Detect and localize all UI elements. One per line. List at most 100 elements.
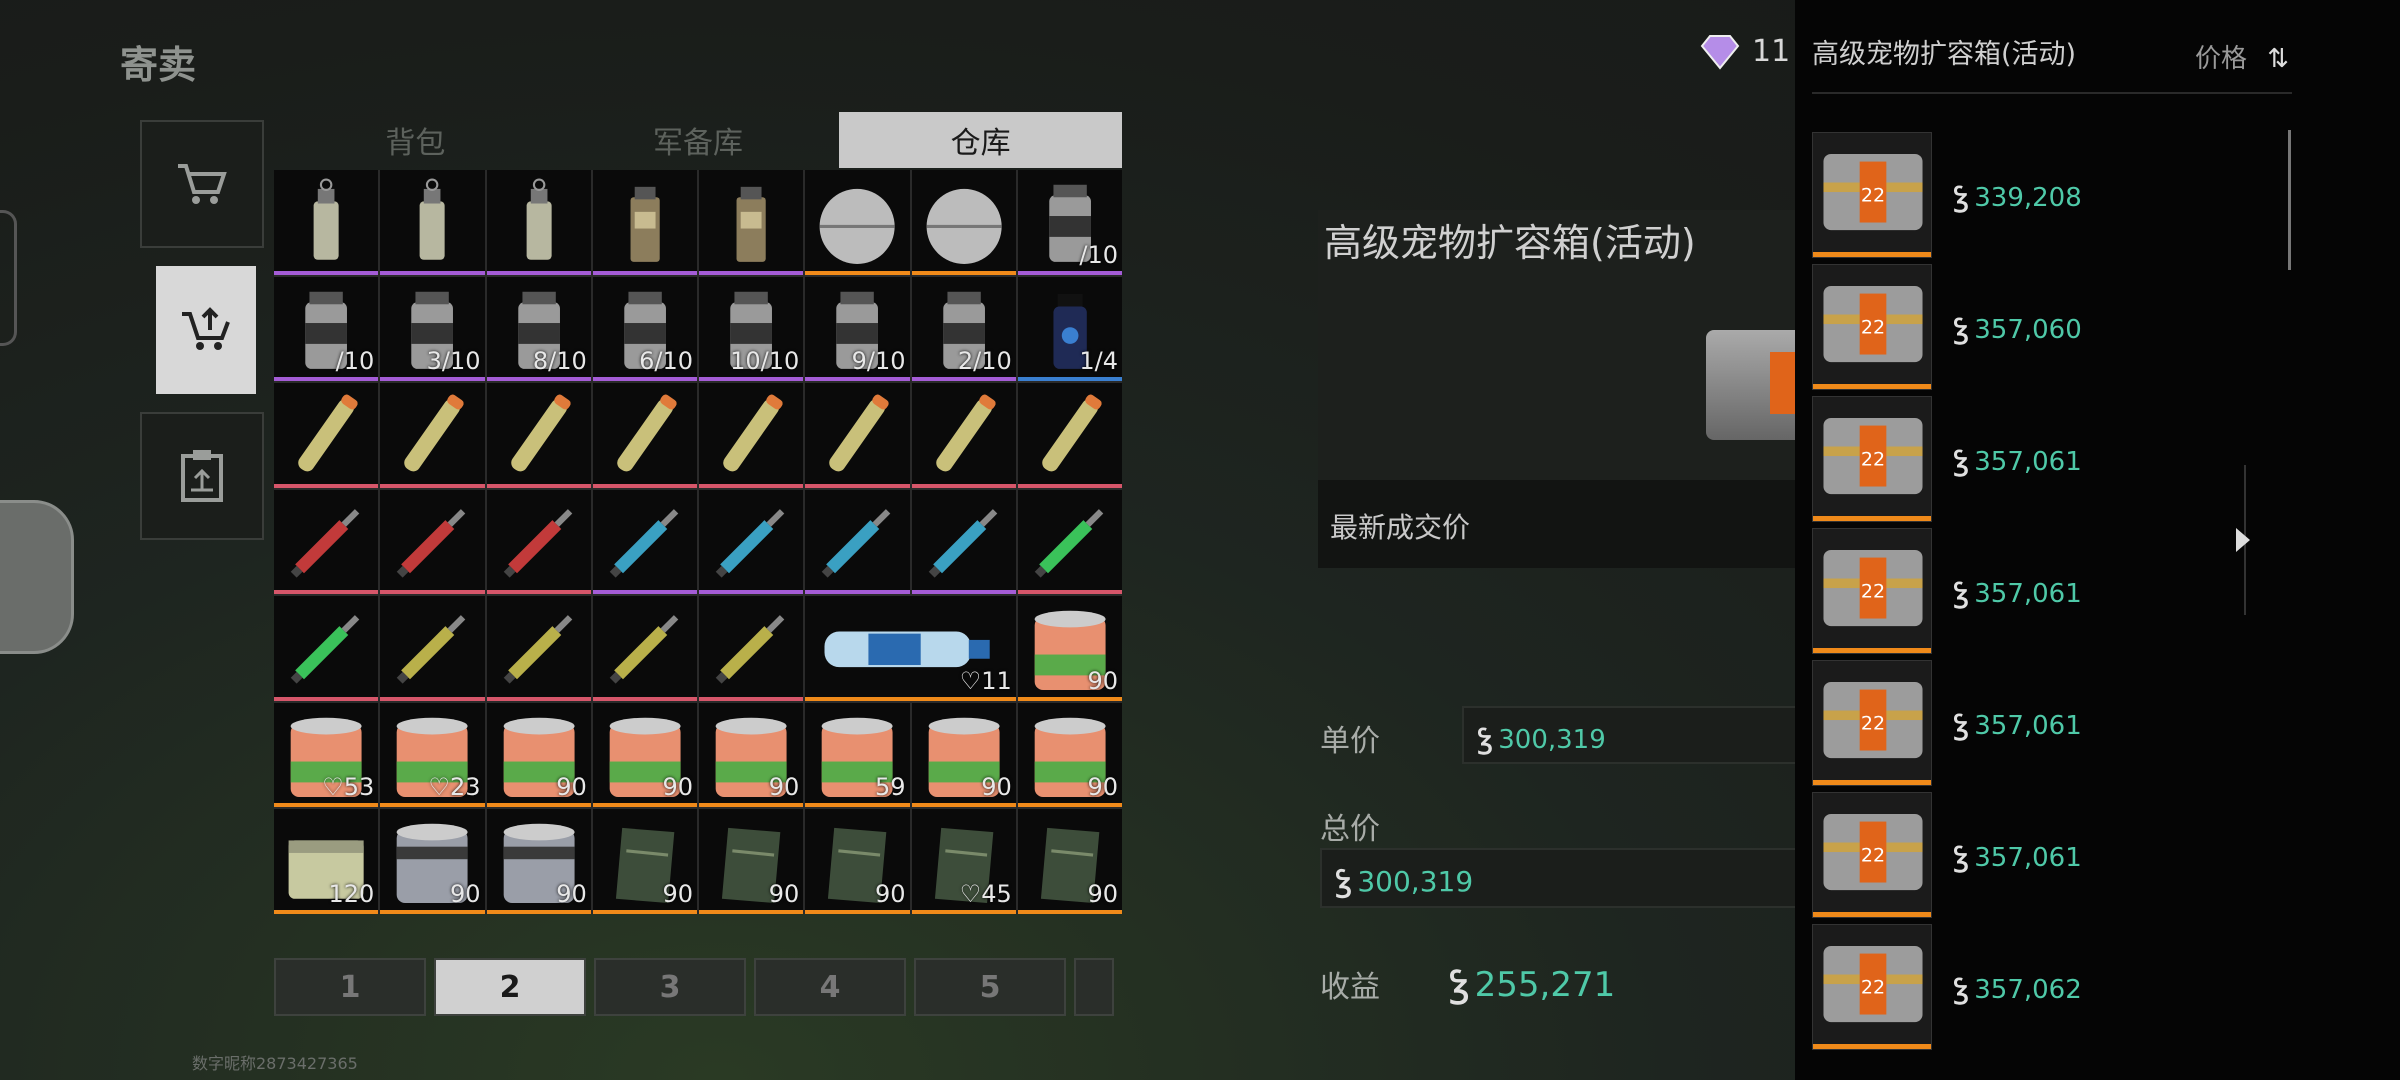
inventory-slot[interactable]: 8/10 bbox=[486, 276, 591, 382]
inventory-slot[interactable] bbox=[486, 596, 591, 701]
price-listing-row[interactable]: 22 Ꝣ 357,062 bbox=[1812, 924, 2262, 1050]
page-button-more[interactable] bbox=[1074, 958, 1114, 1016]
rarity-bar bbox=[699, 270, 804, 275]
rarity-bar bbox=[486, 803, 591, 808]
page-button-1[interactable]: 1 bbox=[274, 958, 426, 1016]
inventory-slot[interactable] bbox=[805, 489, 910, 595]
inventory-slot[interactable] bbox=[911, 383, 1016, 488]
inventory-slot[interactable]: 90 bbox=[911, 702, 1016, 808]
inventory-slot[interactable]: 90 bbox=[1017, 809, 1122, 914]
svg-text:22: 22 bbox=[1861, 845, 1885, 867]
inventory-slot[interactable] bbox=[911, 489, 1016, 595]
price-listing-row[interactable]: 22 Ꝣ 357,061 bbox=[1812, 396, 2262, 522]
listing-price-value: 357,061 bbox=[1974, 579, 2082, 609]
price-listing-row[interactable]: 22 Ꝣ 357,061 bbox=[1812, 528, 2262, 654]
inventory-slot[interactable]: 1/4 bbox=[1017, 276, 1122, 382]
inventory-slot[interactable] bbox=[380, 383, 485, 488]
inventory-slot[interactable]: 6/10 bbox=[592, 276, 697, 382]
page-button-5[interactable]: 5 bbox=[914, 958, 1066, 1016]
inventory-slot[interactable] bbox=[592, 170, 697, 275]
item-thumbnail: 22 bbox=[1812, 924, 1932, 1050]
inventory-slot[interactable]: ♡23 bbox=[380, 702, 485, 808]
inventory-slot[interactable]: 90 bbox=[699, 702, 804, 808]
inventory-slot[interactable] bbox=[699, 170, 804, 275]
unit-price-value: 300,319 bbox=[1498, 725, 1606, 755]
inventory-slot[interactable] bbox=[486, 170, 591, 275]
rarity-bar bbox=[805, 270, 910, 275]
inventory-slot[interactable] bbox=[380, 489, 485, 595]
inventory-slot[interactable] bbox=[592, 489, 697, 595]
listing-price: Ꝣ 357,062 bbox=[1954, 970, 2082, 1006]
inventory-slot[interactable] bbox=[1017, 383, 1122, 488]
tab-armory[interactable]: 军备库 bbox=[557, 112, 840, 168]
unit-price-field[interactable]: Ꝣ 300,319 bbox=[1462, 706, 1802, 764]
page-button-4[interactable]: 4 bbox=[754, 958, 906, 1016]
item-count: 120 bbox=[328, 879, 375, 908]
crate-icon: 22 bbox=[1823, 549, 1923, 627]
inventory-slot[interactable] bbox=[805, 383, 910, 488]
inventory-slot[interactable] bbox=[592, 383, 697, 488]
inventory-slot[interactable]: /10 bbox=[274, 276, 379, 382]
inventory-slot[interactable] bbox=[274, 170, 379, 275]
price-listing-row[interactable]: 22 Ꝣ 357,061 bbox=[1812, 792, 2262, 918]
inventory-slot[interactable]: /10 bbox=[1017, 170, 1122, 275]
item-count: 90 bbox=[662, 773, 693, 802]
total-price-label: 总价 bbox=[1320, 812, 1380, 847]
inventory-slot[interactable] bbox=[274, 383, 379, 488]
sidebar-records-button[interactable] bbox=[140, 412, 264, 540]
inventory-slot[interactable] bbox=[805, 170, 910, 275]
inventory-slot[interactable]: 9/10 bbox=[805, 276, 910, 382]
tab-warehouse[interactable]: 仓库 bbox=[839, 112, 1123, 168]
inventory-slot[interactable]: ♡45 bbox=[911, 809, 1016, 914]
inventory-slot[interactable]: 59 bbox=[805, 702, 910, 808]
inventory-slot[interactable]: ♡53 bbox=[274, 702, 379, 808]
inventory-slot[interactable]: 3/10 bbox=[380, 276, 485, 382]
sidebar-sell-button[interactable] bbox=[156, 266, 256, 394]
inventory-slot[interactable]: 90 bbox=[805, 809, 910, 914]
inventory-slot[interactable]: 10/10 bbox=[699, 276, 804, 382]
sidebar-buy-button[interactable] bbox=[140, 120, 264, 248]
price-list-scrollbar[interactable] bbox=[2288, 130, 2291, 270]
rarity-bar bbox=[274, 696, 379, 701]
inventory-slot[interactable]: 90 bbox=[1017, 596, 1122, 701]
tab-backpack[interactable]: 背包 bbox=[274, 112, 557, 168]
listing-price-value: 357,062 bbox=[1974, 975, 2082, 1005]
inventory-slot[interactable] bbox=[699, 489, 804, 595]
inventory-slot[interactable] bbox=[486, 489, 591, 595]
inventory-slot[interactable]: 90 bbox=[699, 809, 804, 914]
inventory-slot[interactable] bbox=[699, 596, 804, 701]
inventory-slot[interactable] bbox=[699, 383, 804, 488]
page-button-3[interactable]: 3 bbox=[594, 958, 746, 1016]
page-button-2[interactable]: 2 bbox=[434, 958, 586, 1016]
coin-icon: Ꝣ bbox=[1450, 965, 1469, 1005]
inventory-slot[interactable] bbox=[380, 170, 485, 275]
left-joystick-button[interactable] bbox=[0, 500, 74, 654]
price-listing-row[interactable]: 22 Ꝣ 357,061 bbox=[1812, 660, 2262, 786]
inventory-slot[interactable]: 90 bbox=[486, 702, 591, 808]
inventory-slot[interactable]: 90 bbox=[486, 809, 591, 914]
inventory-slot[interactable]: 90 bbox=[1017, 702, 1122, 808]
inventory-slot[interactable]: 120 bbox=[274, 809, 379, 914]
coin-icon: Ꝣ bbox=[1954, 711, 1969, 741]
rarity-bar bbox=[274, 270, 379, 275]
inventory-slot[interactable]: 90 bbox=[592, 702, 697, 808]
inventory-slot[interactable]: ♡11 bbox=[805, 596, 1016, 701]
rarity-bar bbox=[1813, 648, 1931, 653]
inventory-slot[interactable] bbox=[274, 596, 379, 701]
svg-text:22: 22 bbox=[1861, 185, 1885, 207]
inventory-slot[interactable] bbox=[1017, 489, 1122, 595]
price-listing-row[interactable]: 22 Ꝣ 339,208 bbox=[1812, 132, 2262, 258]
inventory-slot[interactable] bbox=[380, 596, 485, 701]
inventory-slot[interactable] bbox=[592, 596, 697, 701]
rarity-bar bbox=[486, 483, 591, 488]
price-listing-row[interactable]: 22 Ꝣ 357,060 bbox=[1812, 264, 2262, 390]
inventory-slot[interactable] bbox=[274, 489, 379, 595]
red-syringe-icon bbox=[503, 508, 572, 578]
sort-by-price-button[interactable]: 价格 ⇅ bbox=[2195, 38, 2289, 75]
inventory-slot[interactable] bbox=[911, 170, 1016, 275]
inventory-slot[interactable]: 2/10 bbox=[911, 276, 1016, 382]
coin-icon: Ꝣ bbox=[1954, 975, 1969, 1005]
inventory-slot[interactable]: 90 bbox=[380, 809, 485, 914]
inventory-slot[interactable]: 90 bbox=[592, 809, 697, 914]
inventory-slot[interactable] bbox=[486, 383, 591, 488]
